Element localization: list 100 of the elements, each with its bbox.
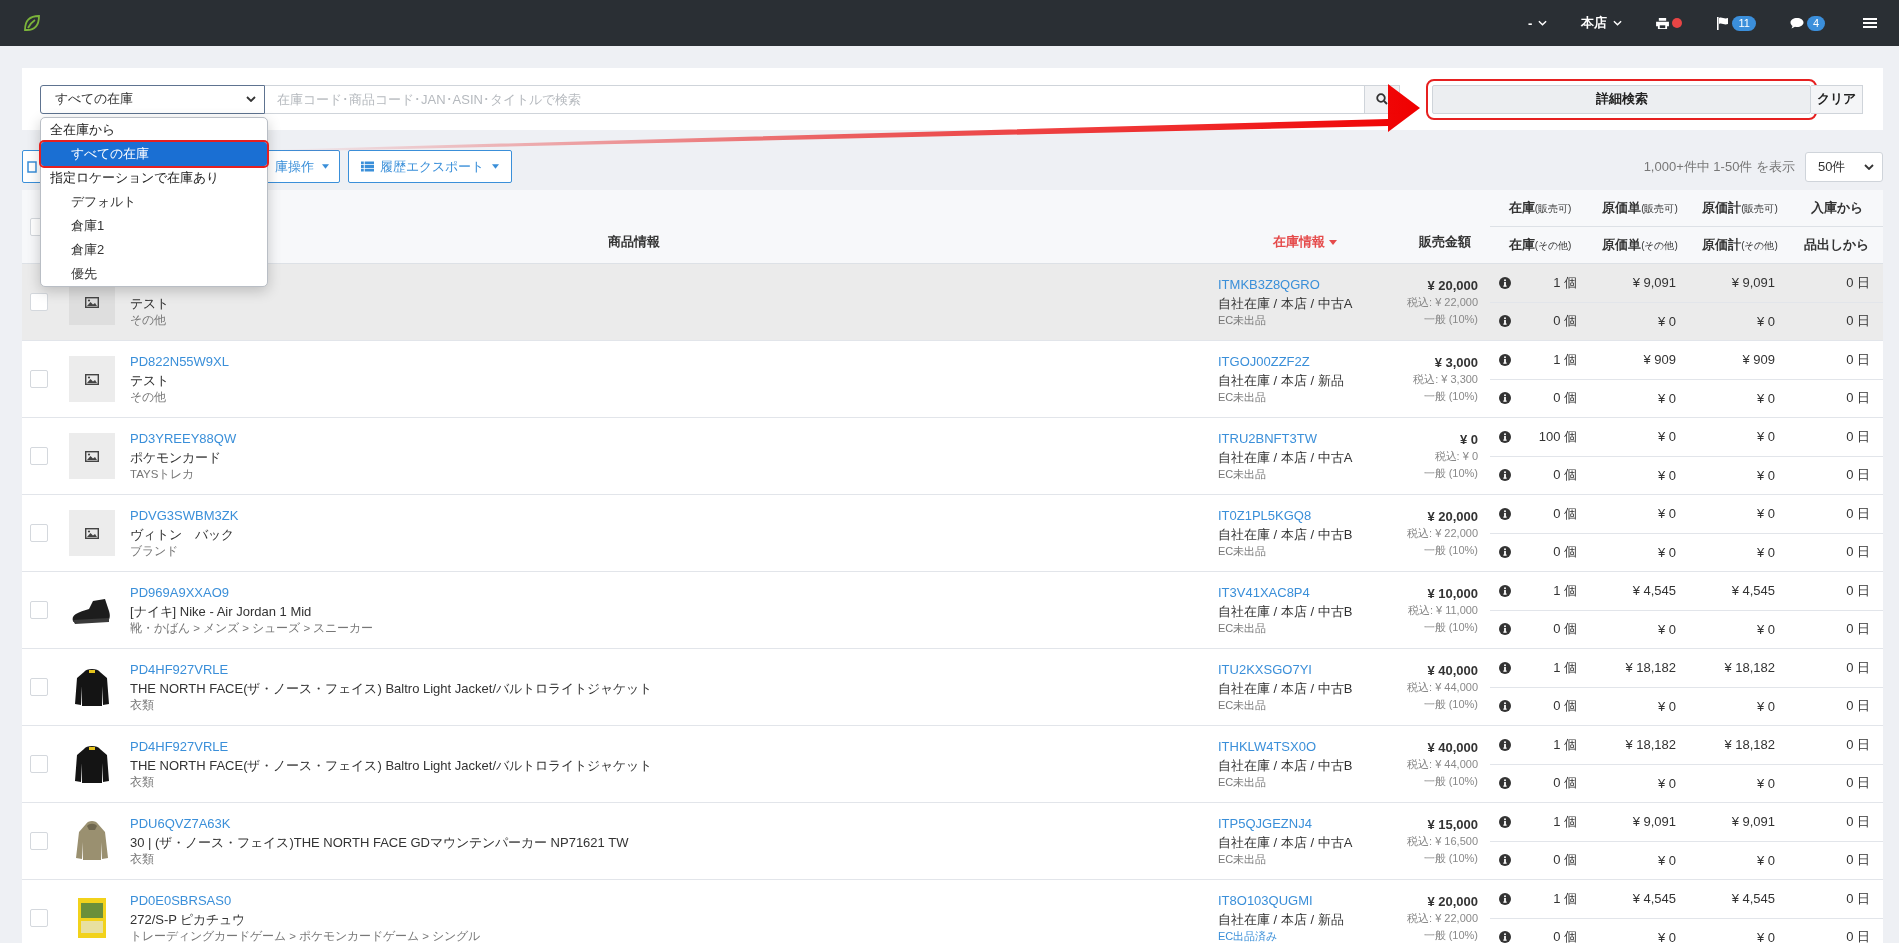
stock-code-link[interactable]: IT8O103QUGMI xyxy=(1218,893,1400,909)
stock-code-link[interactable]: IT0Z1PL5KGQ8 xyxy=(1218,508,1400,524)
chevron-down-icon xyxy=(1538,20,1548,26)
column-header[interactable]: 原価単(その他) xyxy=(1590,236,1690,254)
info-icon[interactable] xyxy=(1499,507,1511,520)
tax-class: 一般 (10%) xyxy=(1423,927,1478,943)
product-name: ヴィトン バック xyxy=(130,526,235,543)
chevron-down-icon xyxy=(1864,163,1874,170)
search-field[interactable]: 在庫コード･商品コード･JAN･ASIN･タイトルで検索 xyxy=(265,84,1365,114)
row-checkbox[interactable] xyxy=(30,909,48,927)
scope-select[interactable]: すべての在庫 xyxy=(40,84,265,114)
info-icon[interactable] xyxy=(1499,931,1511,943)
row-checkbox[interactable] xyxy=(30,524,48,542)
info-icon[interactable] xyxy=(1499,276,1511,289)
table-cell-text: 0 日 xyxy=(1845,889,1870,908)
table-cell-text: 0 日 xyxy=(1845,312,1870,331)
document-icon xyxy=(27,160,37,173)
info-icon[interactable] xyxy=(1499,430,1511,443)
column-header[interactable]: 品出しから xyxy=(1790,236,1883,254)
product-name: THE NORTH FACE(ザ・ノース・フェイス) Baltro Light Jacket/バルトロライトジャケット xyxy=(130,680,653,697)
sale-price: ¥ 0 xyxy=(1459,431,1478,447)
info-icon[interactable] xyxy=(1499,661,1511,674)
stock-location: 自社在庫 / 本店 / 中古A xyxy=(1218,449,1354,466)
table-cell-text: 0 個 xyxy=(1552,543,1577,562)
column-header[interactable]: 原価単(販売可) xyxy=(1590,199,1690,217)
clear-button[interactable]: クリア xyxy=(1811,84,1863,114)
stock-code-link[interactable]: ITU2KXSGO7YI xyxy=(1218,662,1400,678)
info-icon[interactable] xyxy=(1499,854,1511,867)
column-header[interactable]: 原価計(その他) xyxy=(1690,236,1790,254)
row-checkbox[interactable] xyxy=(30,370,48,388)
info-icon[interactable] xyxy=(1499,815,1511,828)
info-icon[interactable] xyxy=(1499,546,1511,559)
info-icon[interactable] xyxy=(1499,353,1511,366)
table-cell-text: 0 日 xyxy=(1845,735,1870,754)
table-cell-text: ¥ 4,545 xyxy=(1631,583,1676,599)
product-code-link[interactable]: PD822N55W9XL xyxy=(130,354,1210,370)
option-group-label: 指定ロケーションで在庫あり xyxy=(49,169,220,187)
product-category: ブランド xyxy=(130,545,179,558)
row-checkbox[interactable] xyxy=(30,755,48,773)
column-header[interactable]: 販売金額 xyxy=(1419,233,1471,251)
printer-button[interactable] xyxy=(1656,17,1683,29)
column-header[interactable]: 原価計(販売可) xyxy=(1690,199,1790,217)
column-header[interactable]: 在庫(その他) xyxy=(1490,236,1590,254)
ec-status: EC未出品 xyxy=(1218,545,1268,558)
column-header[interactable]: 在庫(販売可) xyxy=(1490,199,1590,217)
menu-icon[interactable] xyxy=(1863,17,1877,29)
dropdown-option[interactable]: 優先 xyxy=(41,262,267,286)
column-header[interactable]: 入庫から xyxy=(1790,199,1883,217)
column-header[interactable]: 商品情報 xyxy=(608,233,660,251)
table-cell-text: 0 日 xyxy=(1845,427,1870,446)
info-icon[interactable] xyxy=(1499,392,1511,405)
tax-included-price: 税込: ¥ 22,000 xyxy=(1407,294,1478,310)
table-cell-text: 0 日 xyxy=(1845,774,1870,793)
info-icon[interactable] xyxy=(1499,892,1511,905)
dropdown-option[interactable]: 倉庫2 xyxy=(41,238,267,262)
tax-included-price: 税込: ¥ 16,500 xyxy=(1407,833,1478,849)
product-code-link[interactable]: PD3YREEY88QW xyxy=(130,431,1210,447)
table-cell-text: 1 個 xyxy=(1552,735,1577,754)
table-cell-text: ¥ 0 xyxy=(1755,467,1775,483)
info-icon[interactable] xyxy=(1499,469,1511,482)
table-cell-text: 1 個 xyxy=(1552,889,1577,908)
leaf-logo-icon[interactable] xyxy=(22,13,42,33)
history-export-button[interactable]: 履歴エクスポート xyxy=(348,150,512,183)
table-cell-text: ¥ 0 xyxy=(1755,429,1775,445)
dropdown-option[interactable]: 倉庫1 xyxy=(41,214,267,238)
info-icon[interactable] xyxy=(1499,777,1511,790)
flag-icon xyxy=(1716,16,1730,30)
stock-location: 自社在庫 / 本店 / 中古B xyxy=(1218,757,1354,774)
tax-included-price: 税込: ¥ 3,300 xyxy=(1413,371,1478,387)
row-checkbox[interactable] xyxy=(30,678,48,696)
table-cell-text: ¥ 0 xyxy=(1755,698,1775,714)
row-checkbox[interactable] xyxy=(30,601,48,619)
info-icon[interactable] xyxy=(1499,584,1511,597)
table-cell-text: ¥ 0 xyxy=(1656,544,1676,560)
info-icon[interactable] xyxy=(1499,623,1511,636)
stock-code-link[interactable]: ITHKLW4TSX0O xyxy=(1218,739,1400,755)
product-code-link[interactable]: PD0E0SBRSAS0 xyxy=(130,893,1210,909)
table-cell-text: ¥ 0 xyxy=(1755,506,1775,522)
row-checkbox[interactable] xyxy=(30,293,48,311)
nav-dropdown[interactable]: - xyxy=(1528,15,1548,31)
stock-location: 自社在庫 / 本店 / 中古A xyxy=(1218,295,1354,312)
row-checkbox[interactable] xyxy=(30,832,48,850)
info-icon[interactable] xyxy=(1499,700,1511,713)
column-header[interactable]: 在庫情報 xyxy=(1273,233,1337,251)
dropdown-option[interactable]: すべての在庫 xyxy=(41,142,267,166)
table-cell-text: 0 日 xyxy=(1845,466,1870,485)
info-icon[interactable] xyxy=(1499,315,1511,328)
row-checkbox[interactable] xyxy=(30,447,48,465)
table-cell-text: ¥ 18,182 xyxy=(1723,737,1775,753)
product-code-link[interactable]: PDU6QVZ7A63K xyxy=(130,816,1210,832)
nav-dropdown[interactable]: 本店 xyxy=(1581,14,1623,32)
info-icon[interactable] xyxy=(1499,738,1511,751)
caret-icon xyxy=(492,164,499,169)
product-code-link[interactable]: PD969A9XXAO9 xyxy=(130,585,1210,601)
product-code-link[interactable]: PDVG3SWBM3ZK xyxy=(130,508,1210,524)
table-cell-text: ¥ 18,182 xyxy=(1624,660,1676,676)
product-category: トレーディングカードゲーム > ポケモンカードゲーム > シングル xyxy=(130,930,482,943)
dropdown-option[interactable]: デフォルト xyxy=(41,190,267,214)
per-page-select[interactable]: 50件 xyxy=(1805,151,1883,182)
table-cell-text: ¥ 0 xyxy=(1656,313,1676,329)
